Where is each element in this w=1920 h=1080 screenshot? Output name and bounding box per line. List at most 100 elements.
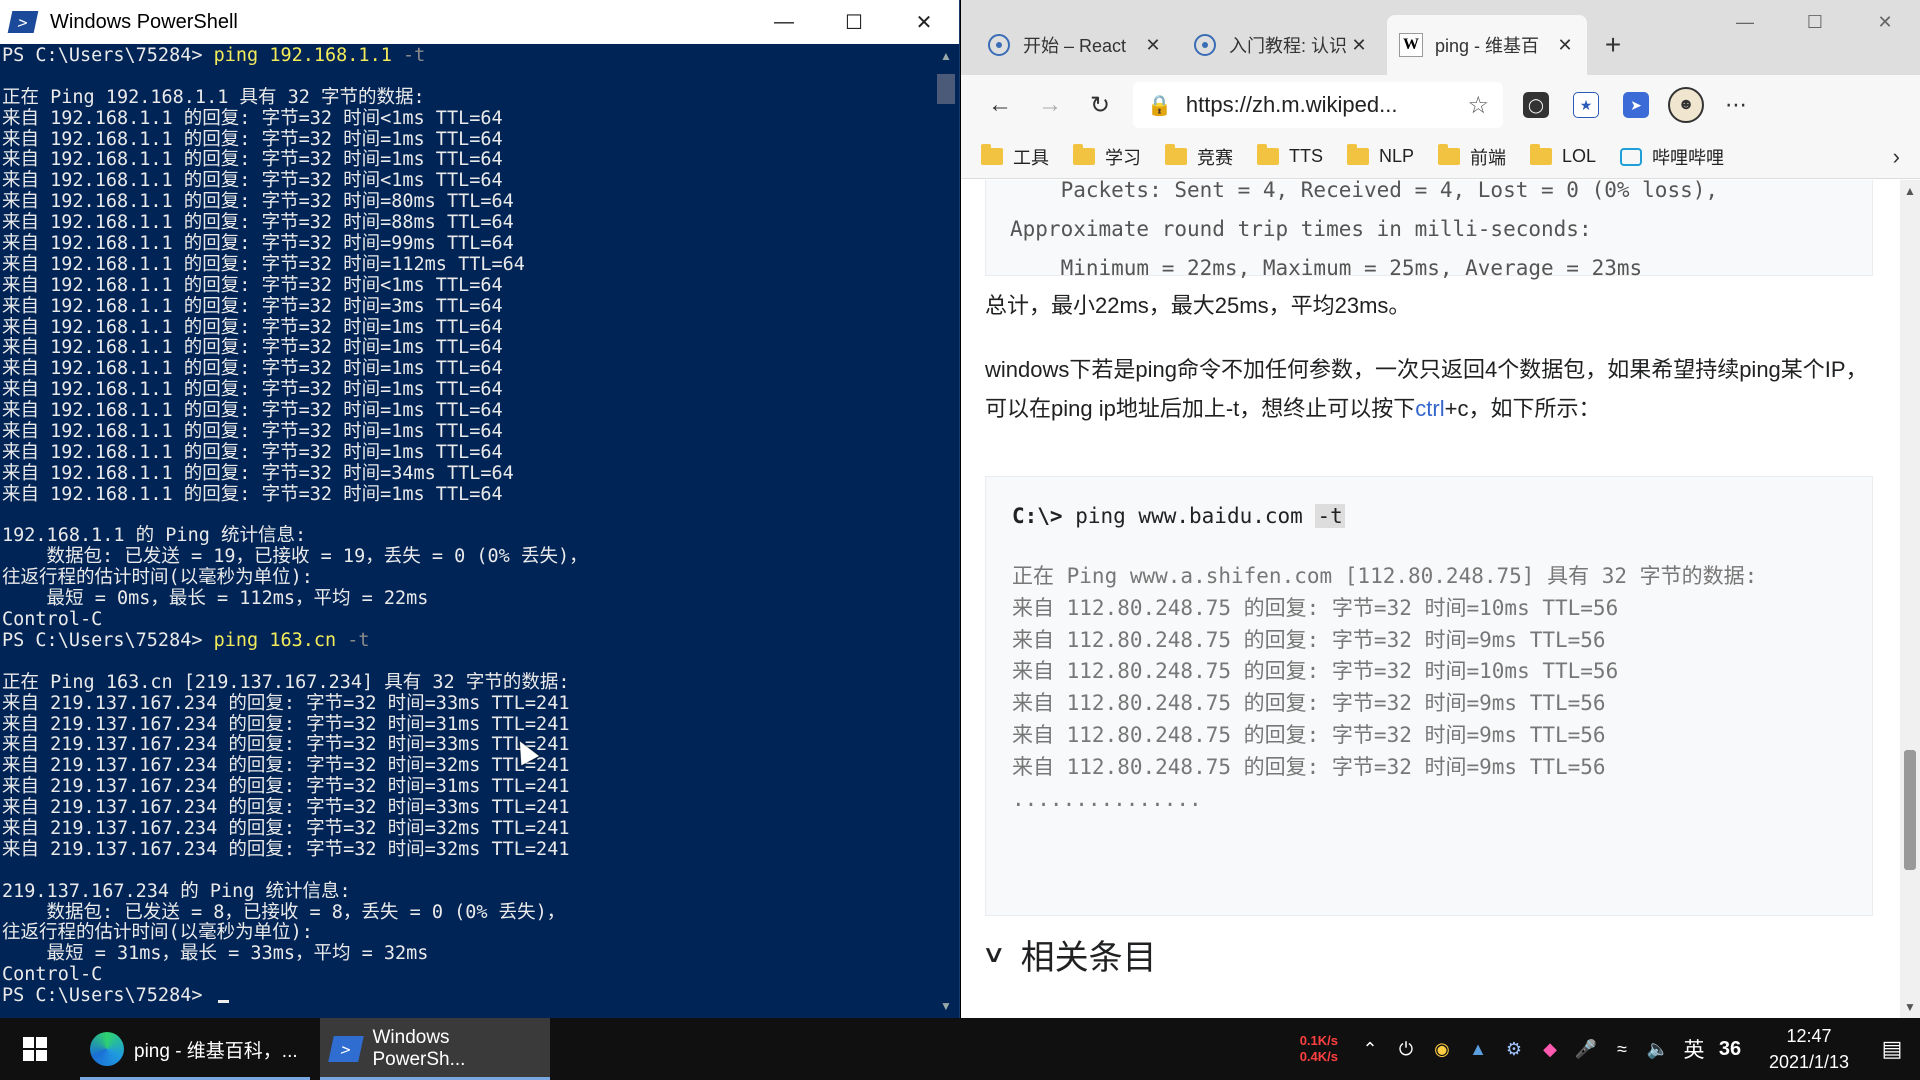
bookmark-item[interactable]: TTS — [1257, 144, 1323, 167]
close-icon[interactable]: ✕ — [1349, 35, 1369, 56]
bookmark-label: NLP — [1379, 146, 1415, 166]
close-button[interactable]: ✕ — [1850, 0, 1920, 44]
console-line: 219.137.167.234 的 Ping 统计信息: — [2, 880, 351, 902]
bookmark-item[interactable]: LOL — [1530, 144, 1596, 167]
volume-icon[interactable]: 🔈 — [1640, 1018, 1676, 1080]
browser-window[interactable]: 开始 – React ✕ 入门教程: 认识 ✕ W ping - 维基百 ✕ +… — [961, 0, 1920, 1018]
console-scrollbar[interactable]: ▲ ▼ — [933, 44, 959, 1018]
code-line: 来自 112.80.248.75 的回复: 字节=32 时间=9ms TTL=5… — [1012, 691, 1606, 716]
clock[interactable]: 12:47 2021/1/13 — [1754, 1023, 1864, 1075]
tab-ping-wikipedia[interactable]: W ping - 维基百 ✕ — [1387, 15, 1587, 75]
windows-icon — [23, 1037, 47, 1061]
extension-glasses-button[interactable]: ◯ — [1511, 83, 1561, 127]
console-line: 192.168.1.1 的 Ping 统计信息: — [2, 525, 307, 547]
related-entries-heading[interactable]: ∨ 相关条目 — [981, 930, 1156, 979]
code-line: 来自 112.80.248.75 的回复: 字节=32 时间=9ms TTL=5… — [1012, 722, 1606, 747]
tab-bar: 开始 – React ✕ 入门教程: 认识 ✕ W ping - 维基百 ✕ +… — [961, 0, 1920, 75]
address-bar[interactable]: 🔒 https://zh.m.wikiped... ☆ — [1133, 82, 1503, 128]
scroll-thumb[interactable] — [1904, 750, 1916, 870]
scroll-down-icon[interactable]: ▼ — [933, 994, 959, 1018]
bookmarks-bar: 工具 学习 竞赛 TTS NLP 前端 LOL 哔哩哔哩 › — [961, 135, 1920, 179]
microphone-icon[interactable]: 🎤 — [1568, 1018, 1604, 1080]
tab-react-tutorial[interactable]: 入门教程: 认识 ✕ — [1181, 15, 1381, 75]
chevron-right-icon[interactable]: › — [1893, 144, 1900, 170]
code-line: ............... — [1012, 786, 1202, 811]
bookmark-item[interactable]: 前端 — [1438, 144, 1506, 170]
console-line: 来自 192.168.1.1 的回复: 字节=32 时间=34ms TTL=64 — [2, 462, 514, 484]
console-line: 来自 192.168.1.1 的回复: 字节=32 时间=1ms TTL=64 — [2, 379, 503, 401]
console-line: 最短 = 0ms，最长 = 112ms，平均 = 22ms — [2, 588, 429, 610]
refresh-button[interactable]: ↻ — [1075, 83, 1125, 127]
taskbar-item-edge[interactable]: ping - 维基百科，... — [80, 1018, 310, 1080]
minimize-button[interactable]: — — [1710, 0, 1780, 44]
extension-bluebird-button[interactable]: ➤ — [1611, 83, 1661, 127]
lock-icon: 🔒 — [1147, 94, 1172, 117]
more-menu-button[interactable]: ⋯ — [1711, 83, 1761, 127]
powershell-titlebar[interactable]: > Windows PowerShell — ☐ ✕ — [0, 0, 959, 44]
page-content[interactable]: Packets: Sent = 4, Received = 4, Lost = … — [961, 180, 1920, 1018]
bookmark-item[interactable]: 工具 — [981, 144, 1049, 170]
console-line: PS C:\Users\75284> ping 192.168.1.1 -t — [2, 45, 930, 67]
start-button[interactable] — [0, 1018, 70, 1080]
powershell-window[interactable]: > Windows PowerShell — ☐ ✕ PS C:\Users\7… — [0, 0, 960, 1018]
scroll-up-icon[interactable]: ▲ — [1900, 184, 1920, 198]
code-block-summary: Packets: Sent = 4, Received = 4, Lost = … — [985, 180, 1873, 280]
bookmark-item[interactable]: 学习 — [1073, 144, 1141, 170]
app-tray-icon[interactable]: ◉ — [1424, 1018, 1460, 1080]
tab-react-start[interactable]: 开始 – React ✕ — [975, 15, 1175, 75]
wifi-icon[interactable]: ≈ — [1604, 1018, 1640, 1080]
react-icon — [987, 33, 1011, 57]
favorite-star-icon[interactable]: ☆ — [1467, 91, 1489, 120]
folder-icon — [1347, 144, 1369, 165]
close-icon[interactable]: ✕ — [1555, 35, 1575, 56]
scroll-down-icon[interactable]: ▼ — [1900, 1000, 1920, 1014]
ime-indicator[interactable]: 英 — [1676, 1018, 1712, 1080]
folder-icon — [1073, 144, 1095, 165]
tray-badge[interactable]: 36 — [1712, 1018, 1748, 1080]
system-tray: 0.1K/s 0.4K/s ⌃ ⏻ ◉ ▲ ⚙ ◆ 🎤 ≈ 🔈 英 36 12:… — [1300, 1018, 1920, 1080]
taskbar-item-powershell[interactable]: > Windows PowerSh... — [320, 1018, 550, 1080]
power-icon[interactable]: ⏻ — [1388, 1018, 1424, 1080]
edge-icon — [90, 1032, 124, 1066]
back-button[interactable]: ← — [975, 83, 1025, 127]
bookmark-label: 工具 — [1013, 147, 1049, 168]
bookmark-item[interactable]: 哔哩哔哩 — [1620, 144, 1724, 170]
chevron-up-icon[interactable]: ⌃ — [1352, 1018, 1388, 1080]
notification-icon[interactable]: ▤ — [1864, 1018, 1920, 1080]
new-tab-button[interactable]: + — [1593, 15, 1633, 75]
console-line: 往返行程的估计时间(以毫秒为单位): — [2, 567, 313, 589]
chevron-down-icon[interactable]: ∨ — [981, 940, 1006, 969]
maximize-button[interactable]: ☐ — [819, 0, 889, 44]
page-scrollbar[interactable]: ▲ ▼ — [1900, 180, 1920, 1018]
close-icon[interactable]: ✕ — [1143, 35, 1163, 56]
console-line: 来自 192.168.1.1 的回复: 字节=32 时间=88ms TTL=64 — [2, 212, 514, 234]
ctrl-link[interactable]: ctrl — [1415, 396, 1444, 421]
steam-icon[interactable]: ⚙ — [1496, 1018, 1532, 1080]
console-line: 来自 219.137.167.234 的回复: 字节=32 时间=33ms TT… — [2, 797, 570, 819]
scroll-thumb[interactable] — [937, 74, 955, 104]
console-line: 来自 192.168.1.1 的回复: 字节=32 时间=1ms TTL=64 — [2, 337, 503, 359]
bilibili-icon — [1620, 147, 1643, 166]
bookmark-item[interactable]: NLP — [1347, 144, 1415, 167]
console-line: 数据包: 已发送 = 8，已接收 = 8，丢失 = 0 (0% 丢失)， — [2, 901, 566, 923]
close-button[interactable]: ✕ — [889, 0, 959, 44]
extension-translate-button[interactable]: ★ — [1561, 83, 1611, 127]
forward-button[interactable]: → — [1025, 83, 1075, 127]
console-output[interactable]: PS C:\Users\75284> ping 192.168.1.1 -t 正在… — [0, 44, 930, 1018]
console-line: Control-C — [2, 609, 103, 631]
bookmark-item[interactable]: 竞赛 — [1165, 144, 1233, 170]
console-line: 数据包: 已发送 = 19，已接收 = 19，丢失 = 0 (0% 丢失)， — [2, 546, 588, 568]
maximize-button[interactable]: ☐ — [1780, 0, 1850, 44]
code-line: 来自 112.80.248.75 的回复: 字节=32 时间=10ms TTL=… — [1012, 659, 1619, 684]
taskbar: ping - 维基百科，... > Windows PowerSh... 0.1… — [0, 1018, 1920, 1080]
task-label: ping - 维基百科，... — [134, 1040, 298, 1062]
url-text[interactable]: https://zh.m.wikiped... — [1186, 92, 1468, 118]
minimize-button[interactable]: — — [749, 0, 819, 44]
scroll-up-icon[interactable]: ▲ — [933, 44, 959, 68]
profile-button[interactable]: ☻ — [1661, 83, 1711, 127]
more-icon: ⋯ — [1725, 92, 1747, 117]
colorful-app-icon[interactable]: ◆ — [1532, 1018, 1568, 1080]
shield-icon[interactable]: ▲ — [1460, 1018, 1496, 1080]
